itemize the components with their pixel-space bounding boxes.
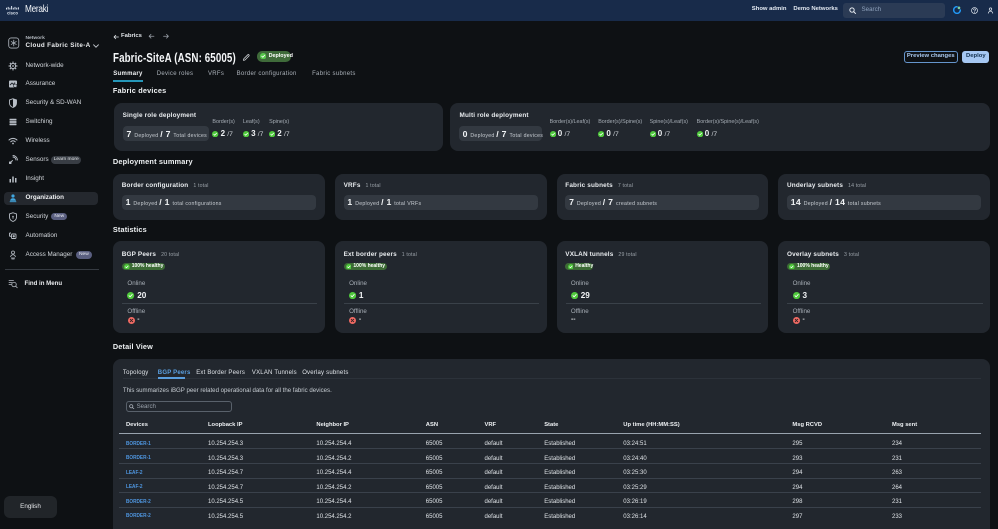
svg-text:cisco: cisco — [7, 10, 18, 15]
